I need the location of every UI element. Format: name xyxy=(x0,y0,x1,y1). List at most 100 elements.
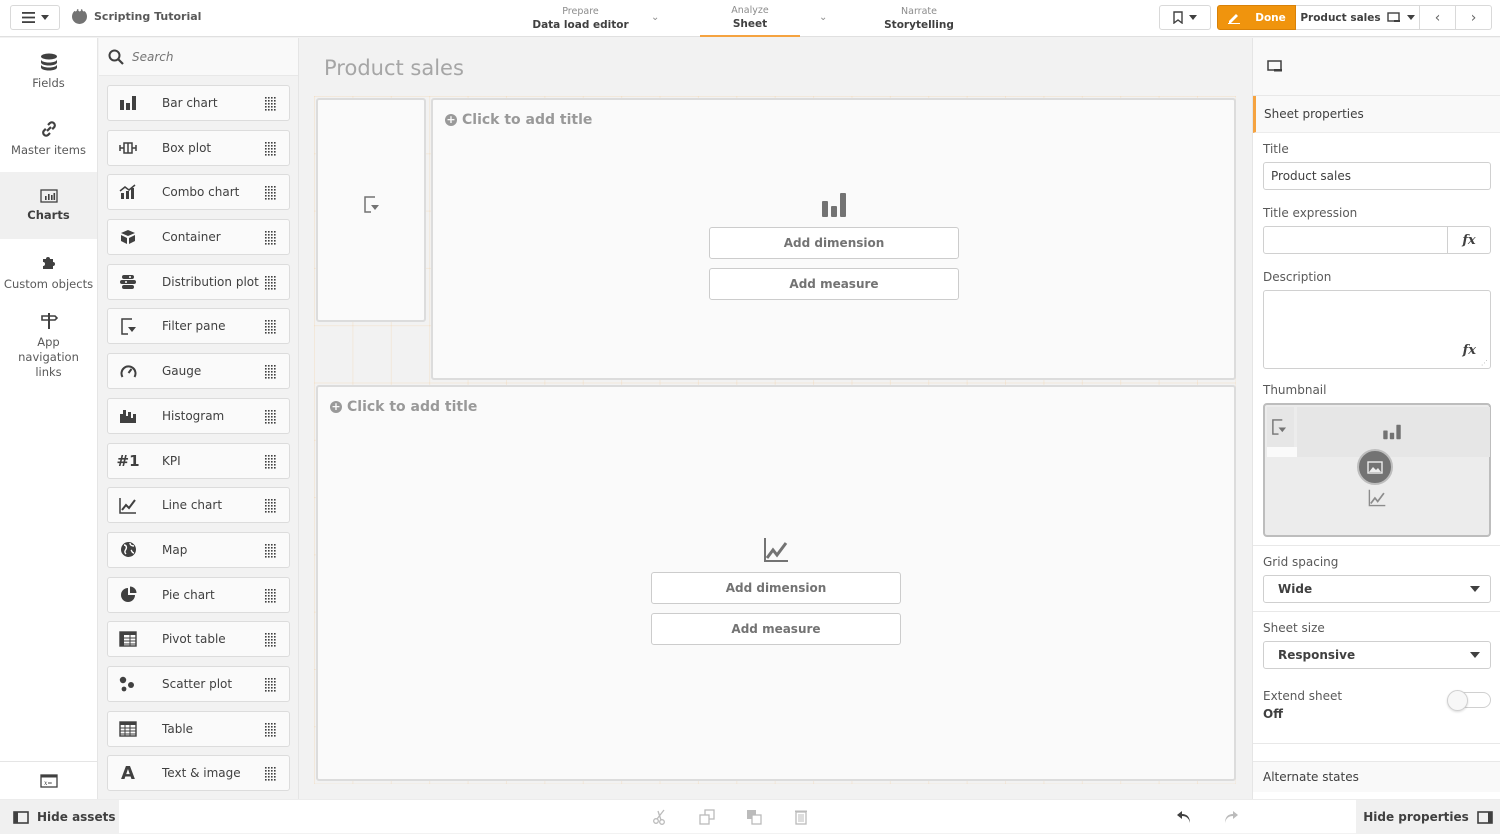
undo-button[interactable] xyxy=(1175,808,1193,826)
extend-sheet-toggle[interactable] xyxy=(1447,690,1491,711)
sheet-properties-section[interactable]: Sheet properties xyxy=(1253,96,1500,133)
asset-item-box-plot[interactable]: Box plot xyxy=(107,129,290,166)
line-chart-title[interactable]: + Click to add title xyxy=(330,399,477,415)
asset-item-combo-chart[interactable]: Combo chart xyxy=(107,174,290,211)
resize-handle-icon[interactable]: ⋰ xyxy=(1481,359,1488,367)
leftnav-app-navigation-links[interactable]: App navigation links xyxy=(0,306,97,386)
sheet-size-value: Responsive xyxy=(1278,648,1356,662)
pie-chart-icon xyxy=(118,585,138,605)
asset-item-table[interactable]: Table xyxy=(107,710,290,747)
title-input[interactable]: Product sales xyxy=(1263,162,1491,190)
leftnav-master-items[interactable]: Master items xyxy=(0,105,97,172)
drag-handle-icon[interactable] xyxy=(265,230,279,245)
copy-button[interactable] xyxy=(698,808,716,826)
chart-icon xyxy=(39,189,58,203)
tab-analyze-sub: Analyze xyxy=(731,4,769,16)
sheet-selector-button[interactable]: Product sales xyxy=(1296,5,1420,30)
drag-handle-icon[interactable] xyxy=(265,588,279,603)
line-chart-icon xyxy=(1368,489,1386,507)
tab-prepare[interactable]: Prepare Data load editor xyxy=(528,0,633,37)
caret-down-icon xyxy=(40,15,49,20)
line-chart-icon xyxy=(118,495,138,515)
leftnav-charts[interactable]: Charts xyxy=(0,172,97,239)
drag-handle-icon[interactable] xyxy=(265,141,279,156)
variables-button[interactable]: x= xyxy=(0,761,98,799)
next-sheet-button[interactable]: › xyxy=(1456,5,1492,30)
drag-handle-icon[interactable] xyxy=(265,275,279,290)
hide-assets-button[interactable]: Hide assets xyxy=(0,800,119,834)
analyze-chevron-down-icon[interactable]: ⌄ xyxy=(819,12,827,23)
line-chart-add-measure-button[interactable]: Add measure xyxy=(651,613,901,645)
asset-item-line-chart[interactable]: Line chart xyxy=(107,487,290,524)
description-textarea[interactable]: fx ⋰ xyxy=(1263,290,1491,369)
asset-item-gauge[interactable]: Gauge xyxy=(107,353,290,390)
hide-properties-button[interactable]: Hide properties xyxy=(1356,800,1500,834)
line-chart-object[interactable]: + Click to add title Add dimension Add m… xyxy=(316,385,1236,781)
prepare-chevron-down-icon[interactable]: ⌄ xyxy=(651,12,659,23)
drag-handle-icon[interactable] xyxy=(265,722,279,737)
delete-button[interactable] xyxy=(792,808,810,826)
asset-item-bar-chart[interactable]: Bar chart xyxy=(107,85,290,121)
redo-button[interactable] xyxy=(1222,808,1240,826)
asset-search-input[interactable] xyxy=(132,49,282,64)
drag-handle-icon[interactable] xyxy=(265,498,279,513)
thumbnail-preview[interactable] xyxy=(1263,403,1491,537)
tab-analyze[interactable]: Analyze Sheet xyxy=(700,0,800,37)
leftnav-custom-objects[interactable]: Custom objects xyxy=(0,239,97,306)
asset-item-histogram[interactable]: Histogram xyxy=(107,397,290,434)
chart-list: Bar chart Box plot Combo chart Container Dis… xyxy=(99,76,298,792)
drag-handle-icon[interactable] xyxy=(265,185,279,200)
previous-sheet-button[interactable]: ‹ xyxy=(1420,5,1456,30)
drag-handle-icon[interactable] xyxy=(265,96,279,111)
description-fx-button[interactable]: fx xyxy=(1463,343,1476,358)
tab-narrate[interactable]: Narrate Storytelling xyxy=(870,0,968,37)
alternate-states-section[interactable]: Alternate states xyxy=(1253,762,1500,792)
bar-chart-object[interactable]: + Click to add title Add dimension Add m… xyxy=(431,98,1236,380)
asset-item-pie-chart[interactable]: Pie chart xyxy=(107,576,290,613)
caret-down-icon xyxy=(1470,586,1480,592)
thumbnail-label: Thumbnail xyxy=(1263,383,1327,397)
bookmark-button[interactable] xyxy=(1159,5,1211,30)
asset-item-filter-pane[interactable]: Filter pane xyxy=(107,308,290,345)
drag-handle-icon[interactable] xyxy=(265,543,279,558)
asset-item-map[interactable]: Map xyxy=(107,531,290,568)
done-editing-button[interactable]: Done xyxy=(1217,5,1296,30)
asset-item-pivot-table[interactable]: Pivot table xyxy=(107,621,290,658)
asset-item-label: Table xyxy=(162,721,194,736)
leftnav-fields[interactable]: Fields xyxy=(0,38,97,105)
caret-down-icon xyxy=(1470,652,1480,658)
sheet-icon xyxy=(1267,60,1282,72)
bar-chart-title[interactable]: + Click to add title xyxy=(445,112,592,128)
grid-spacing-select[interactable]: Wide xyxy=(1263,575,1491,603)
drag-handle-icon[interactable] xyxy=(265,632,279,647)
paste-button[interactable] xyxy=(745,808,763,826)
bar-chart-add-measure-button[interactable]: Add measure xyxy=(709,268,959,300)
global-menu-button[interactable] xyxy=(10,5,60,30)
drag-handle-icon[interactable] xyxy=(265,319,279,335)
asset-item-kpi[interactable]: #1 KPI xyxy=(107,442,290,479)
asset-item-text-image[interactable]: A Text & image xyxy=(107,755,290,792)
cut-button[interactable] xyxy=(651,808,669,826)
title-expression-fx-button[interactable]: fx xyxy=(1447,227,1490,253)
top-bar: Scripting Tutorial Prepare Data load edi… xyxy=(0,0,1500,37)
leftnav-app-navigation-links-label: App navigation links xyxy=(18,335,79,379)
drag-handle-icon[interactable] xyxy=(265,766,279,781)
app-title[interactable]: Scripting Tutorial xyxy=(72,6,201,24)
title-expression-input[interactable] xyxy=(1264,227,1447,253)
asset-item-container[interactable]: Container xyxy=(107,219,290,256)
drag-handle-icon[interactable] xyxy=(265,677,279,692)
sheet-canvas: Product sales + Click to add title Add d… xyxy=(300,38,1251,799)
asset-item-distribution-plot[interactable]: Distribution plot xyxy=(107,263,290,300)
drag-handle-icon[interactable] xyxy=(265,454,279,469)
sheet-size-select[interactable]: Responsive xyxy=(1263,641,1491,669)
change-thumbnail-button[interactable] xyxy=(1357,449,1393,485)
bar-chart-add-dimension-button[interactable]: Add dimension xyxy=(709,227,959,259)
drag-handle-icon[interactable] xyxy=(265,364,279,379)
filter-pane-object[interactable] xyxy=(316,98,426,322)
sheet-title[interactable]: Product sales xyxy=(324,56,464,80)
asset-item-scatter-plot[interactable]: Scatter plot xyxy=(107,665,290,702)
description-label: Description xyxy=(1263,270,1332,284)
app-icon xyxy=(72,6,87,24)
line-chart-add-dimension-button[interactable]: Add dimension xyxy=(651,572,901,604)
drag-handle-icon[interactable] xyxy=(265,409,279,424)
